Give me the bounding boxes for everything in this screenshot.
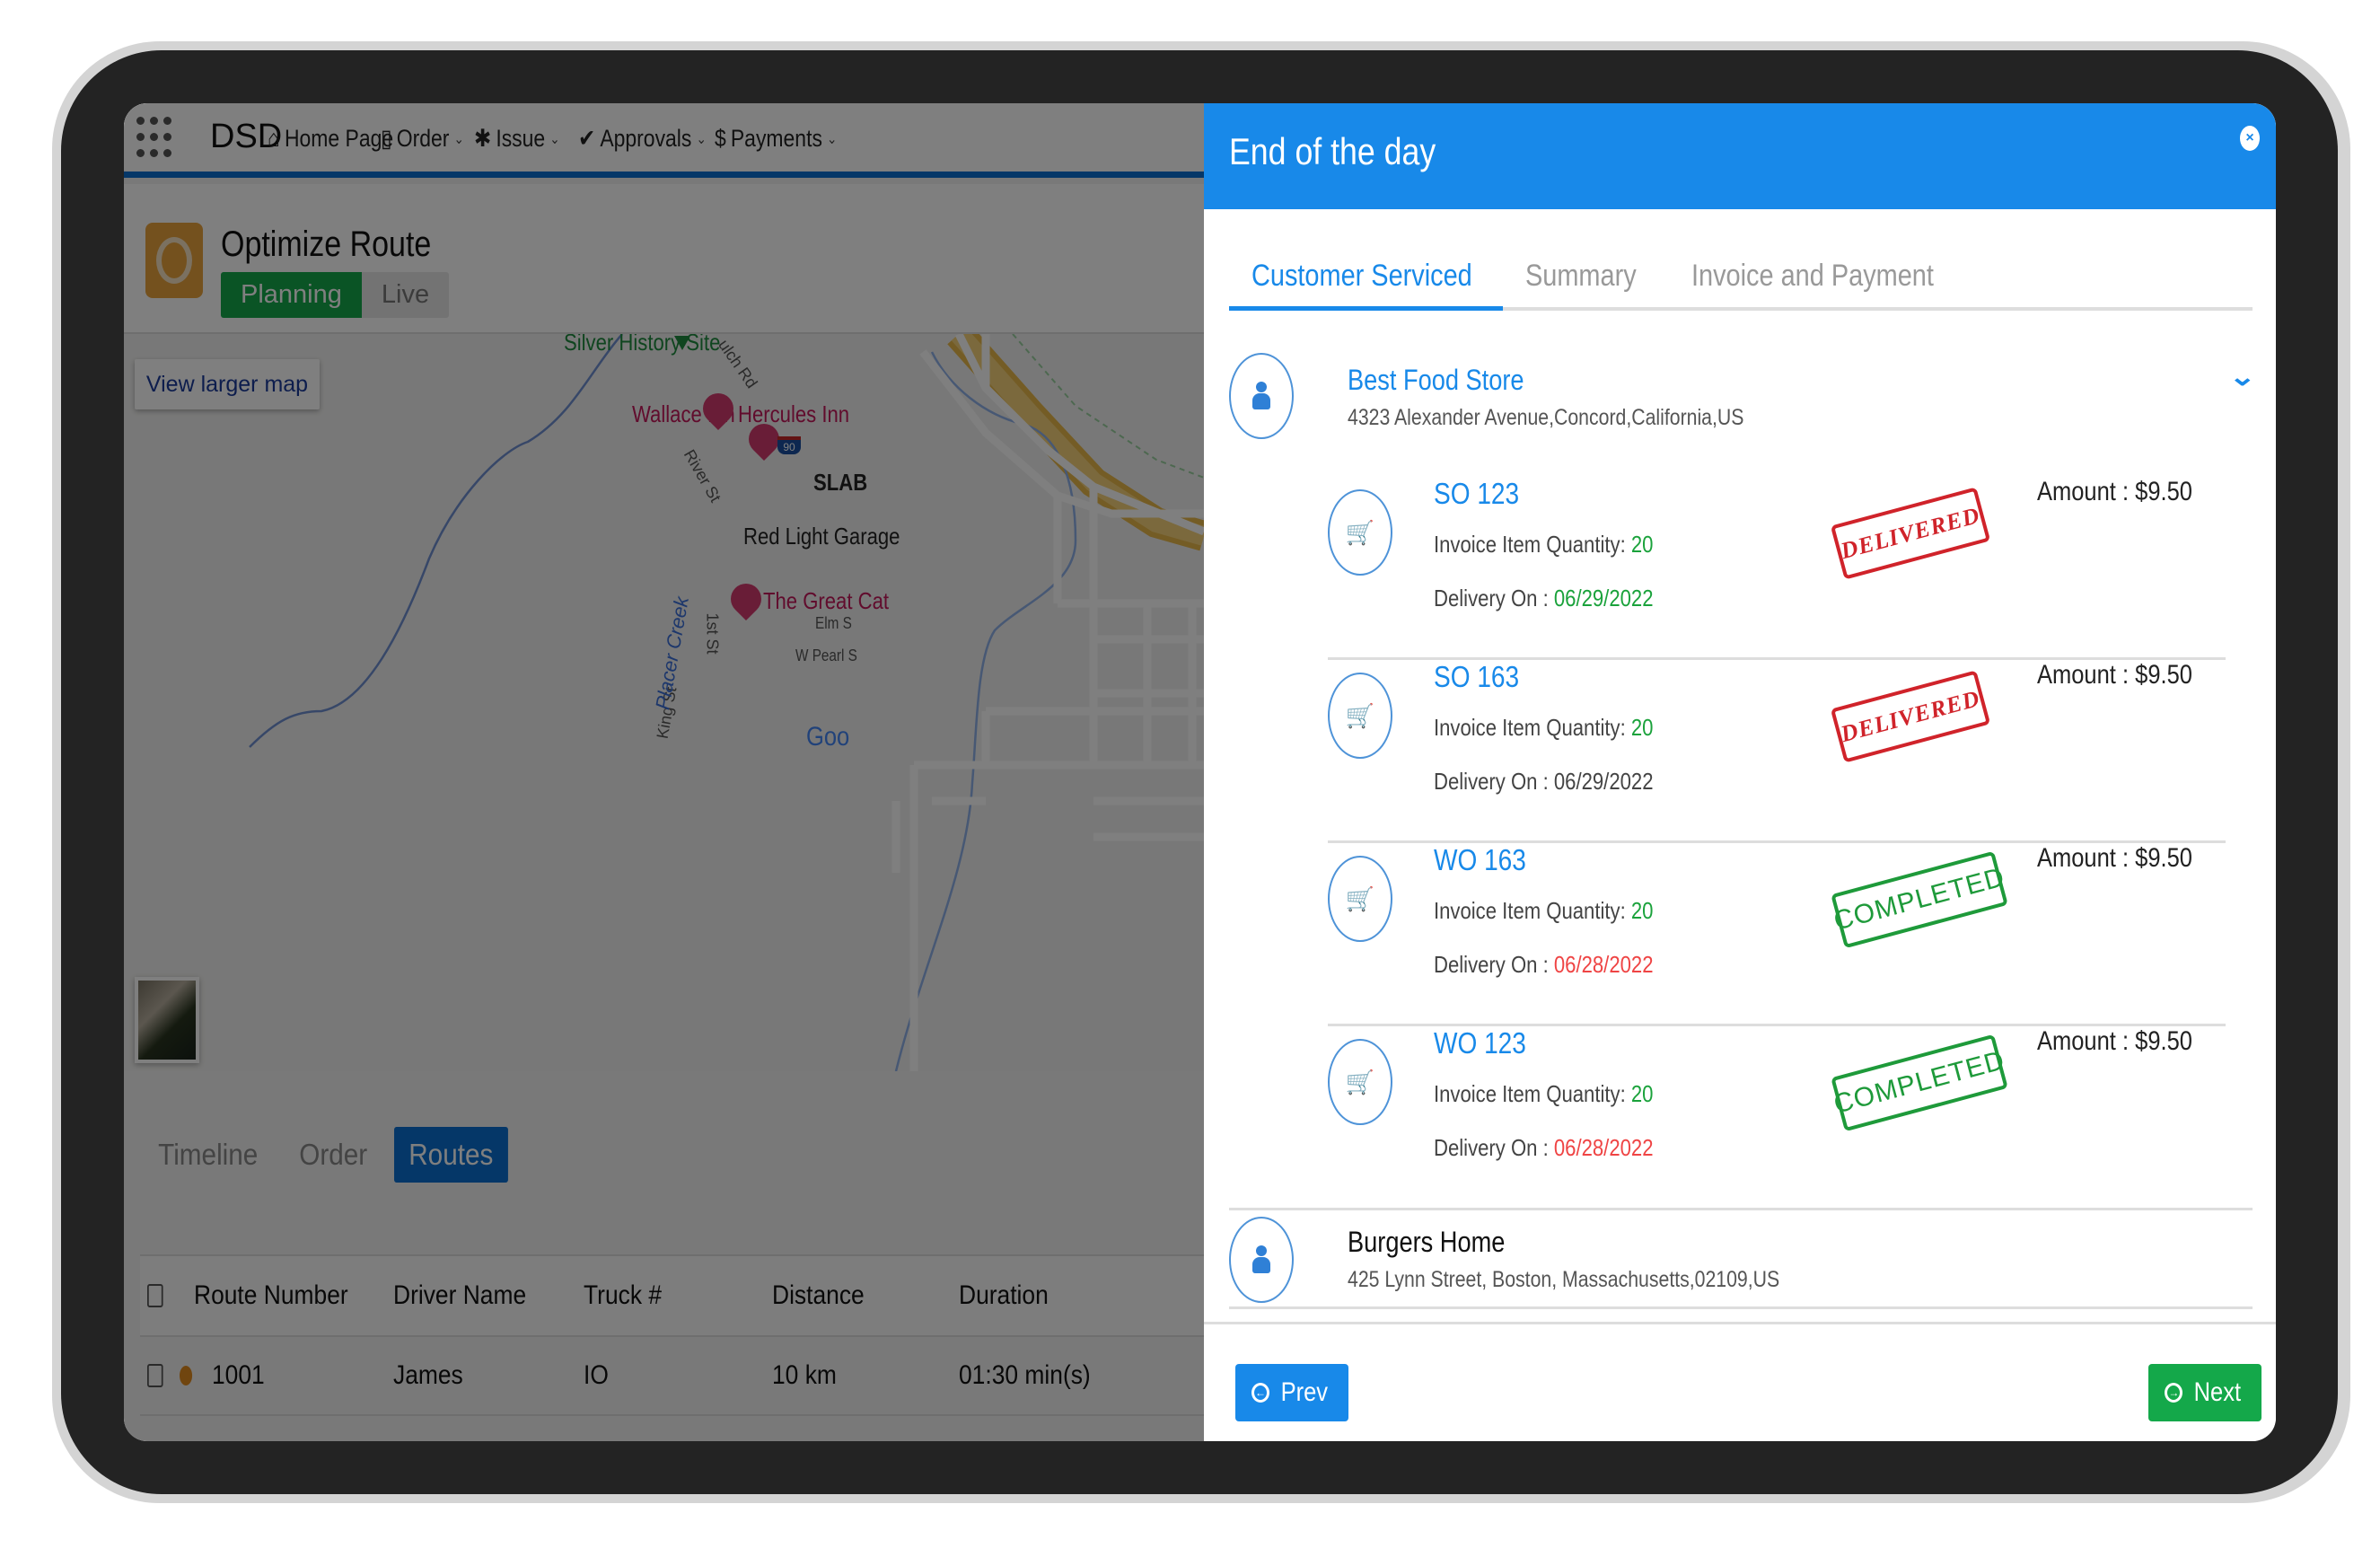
modal-title: End of the day (1229, 130, 1436, 172)
customer-divider (1229, 1208, 2253, 1210)
modal-header: End of the day × (1204, 103, 2276, 209)
order-amount: Amount : $9.50 (2037, 477, 2192, 506)
invoice-quantity: Invoice Item Quantity: 20 (1434, 531, 1654, 558)
order-amount: Amount : $9.50 (2037, 660, 2192, 690)
order-item: 🛒 WO 123 Invoice Item Quantity: 20 Deliv… (1328, 1026, 2226, 1210)
customer-address: 4323 Alexander Avenue,Concord,California… (1348, 405, 1744, 430)
order-id[interactable]: WO 163 (1434, 843, 1526, 877)
next-button[interactable]: → Next (2148, 1364, 2261, 1421)
tab-summary[interactable]: Summary (1525, 251, 1637, 311)
customer-name[interactable]: Best Food Store (1348, 364, 1524, 397)
order-amount: Amount : $9.50 (2037, 1026, 2192, 1056)
customer-avatar (1229, 353, 1294, 439)
order-item: 🛒 WO 163 Invoice Item Quantity: 20 Deliv… (1328, 843, 2226, 1026)
cart-icon: 🛒 (1328, 856, 1392, 942)
order-id[interactable]: WO 123 (1434, 1026, 1526, 1060)
cart-icon: 🛒 (1328, 673, 1392, 759)
completed-stamp: COMPLETED (1831, 1034, 2008, 1132)
customer-avatar (1229, 1217, 1294, 1303)
device-screen: DSD ⌂ Home Page ▯ Order ⌄ ✱ Issue ⌄ ✔ Ap… (124, 103, 2276, 1441)
customer-address: 425 Lynn Street, Boston, Massachusetts,0… (1348, 1267, 1780, 1292)
chevron-down-icon[interactable]: ⌄ (2228, 362, 2256, 391)
user-icon (1252, 1245, 1270, 1274)
delivery-date: Delivery On : 06/29/2022 (1434, 768, 1654, 795)
tab-customer-serviced[interactable]: Customer Serviced (1251, 251, 1472, 311)
delivered-stamp: DELIVERED (1830, 487, 1991, 580)
active-tab-indicator (1229, 306, 1503, 311)
prev-button[interactable]: ← Prev (1235, 1364, 1348, 1421)
order-id[interactable]: SO 163 (1434, 660, 1519, 694)
modal-footer: ← Prev → Next (1204, 1322, 2276, 1441)
delivery-date: Delivery On : 06/29/2022 (1434, 585, 1654, 611)
close-icon[interactable]: × (2240, 126, 2260, 151)
modal-backdrop[interactable] (124, 103, 1204, 1441)
order-amount: Amount : $9.50 (2037, 843, 2192, 873)
customer-item[interactable]: Burgers Home 425 Lynn Street, Boston, Ma… (1229, 1217, 2253, 1309)
invoice-quantity: Invoice Item Quantity: 20 (1434, 1080, 1654, 1107)
delivered-stamp: DELIVERED (1830, 670, 1991, 763)
user-icon (1252, 382, 1270, 410)
invoice-quantity: Invoice Item Quantity: 20 (1434, 897, 1654, 924)
order-id[interactable]: SO 123 (1434, 477, 1519, 511)
order-item: 🛒 SO 123 Invoice Item Quantity: 20 Deliv… (1328, 477, 2226, 660)
delivery-date: Delivery On : 06/28/2022 (1434, 951, 1654, 978)
tab-invoice-and-payment[interactable]: Invoice and Payment (1691, 251, 1934, 311)
completed-stamp: COMPLETED (1831, 850, 2008, 949)
cart-icon: 🛒 (1328, 1039, 1392, 1125)
invoice-quantity: Invoice Item Quantity: 20 (1434, 714, 1654, 741)
customer-item: Best Food Store 4323 Alexander Avenue,Co… (1229, 353, 2256, 1215)
cart-icon: 🛒 (1328, 489, 1392, 576)
delivery-date: Delivery On : 06/28/2022 (1434, 1134, 1654, 1161)
customer-divider (1229, 1306, 2253, 1309)
order-item: 🛒 SO 163 Invoice Item Quantity: 20 Deliv… (1328, 660, 2226, 843)
customer-name[interactable]: Burgers Home (1348, 1226, 1505, 1259)
end-of-day-modal: End of the day × Customer Serviced Summa… (1204, 103, 2276, 1441)
arrow-right-circle-icon: → (2165, 1383, 2183, 1403)
arrow-left-circle-icon: ← (1251, 1383, 1269, 1403)
modal-tabs: Customer Serviced Summary Invoice and Pa… (1229, 251, 2253, 311)
